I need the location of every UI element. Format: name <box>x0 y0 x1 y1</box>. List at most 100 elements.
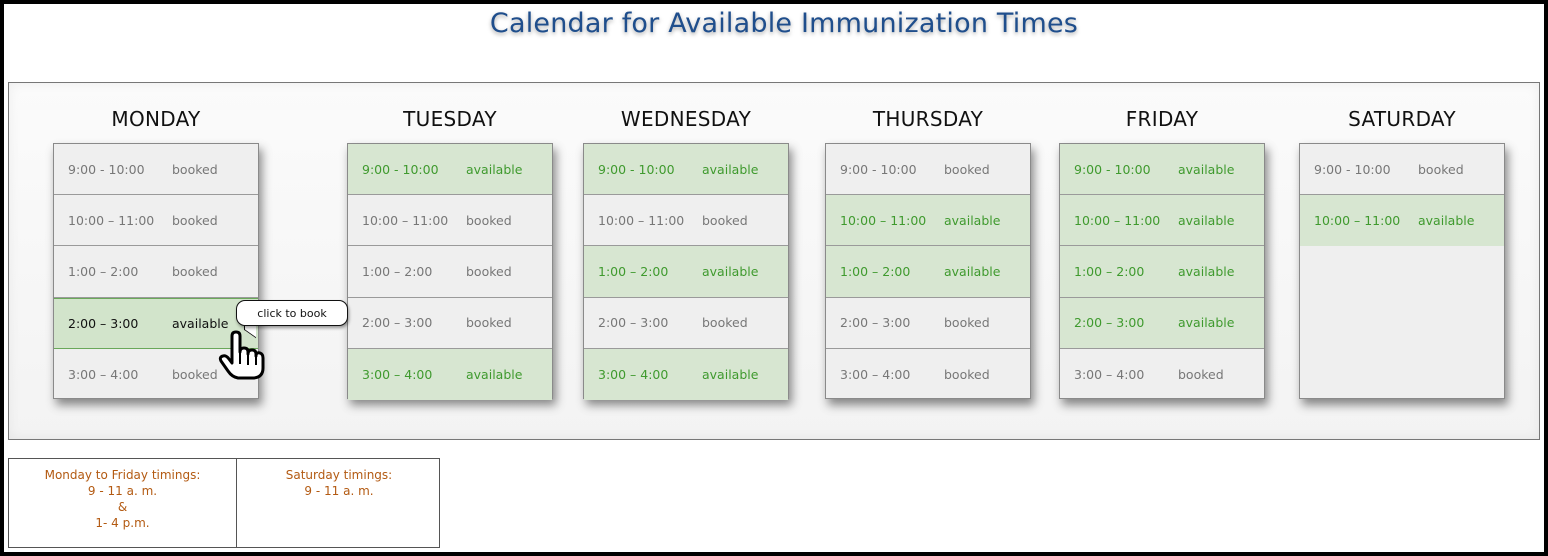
slot-available[interactable]: 10:00 – 11:00 available <box>826 195 1030 247</box>
slot-available[interactable]: 2:00 – 3:00 available <box>1060 297 1264 349</box>
slot-status: available <box>702 263 759 279</box>
slot-status: booked <box>172 161 218 177</box>
slot-booked: 3:00 – 4:00 booked <box>1060 349 1264 400</box>
slot-status: booked <box>172 263 218 279</box>
slot-available[interactable]: 9:00 - 10:00 available <box>348 144 552 196</box>
slot-available[interactable]: 10:00 – 11:00 available <box>1060 195 1264 247</box>
slot-list: 9:00 - 10:00 available 10:00 – 11:00 avail… <box>1059 143 1265 399</box>
slot-booked: 9:00 - 10:00 booked <box>1300 144 1504 196</box>
day-tuesday: TUESDAY 9:00 - 10:00 available 10:00 – 11… <box>347 107 553 400</box>
slot-time: 2:00 – 3:00 <box>68 315 139 331</box>
slot-available[interactable]: 1:00 – 2:00 available <box>584 246 788 298</box>
slot-time: 2:00 – 3:00 <box>362 315 433 331</box>
slot-available[interactable]: 10:00 – 11:00 available <box>1300 195 1504 247</box>
slot-status: booked <box>702 212 748 228</box>
slot-time: 10:00 – 11:00 <box>840 212 927 228</box>
day-name: FRIDAY <box>1125 107 1199 131</box>
slot-status: available <box>466 366 523 382</box>
slot-available[interactable]: 9:00 - 10:00 available <box>584 144 788 196</box>
slot-status: booked <box>944 161 990 177</box>
weekday-timings-line: 1- 4 p.m. <box>95 516 150 530</box>
slot-status: available <box>1178 315 1235 331</box>
day-friday: FRIDAY 9:00 - 10:00 available 10:00 – 11:… <box>1059 107 1265 399</box>
slot-available[interactable]: 9:00 - 10:00 available <box>1060 144 1264 196</box>
slot-time: 3:00 – 4:00 <box>68 366 139 382</box>
slot-time: 3:00 – 4:00 <box>598 366 669 382</box>
slot-booked: 1:00 – 2:00 booked <box>54 246 258 298</box>
slot-status: available <box>1178 263 1235 279</box>
slot-status: available <box>944 263 1001 279</box>
slot-status: available <box>172 315 229 331</box>
slot-time: 10:00 – 11:00 <box>1074 212 1161 228</box>
slot-available[interactable]: 3:00 – 4:00 available <box>584 348 788 400</box>
slot-list: 9:00 - 10:00 available 10:00 – 11:00 booke… <box>583 143 789 400</box>
slot-available[interactable]: 3:00 – 4:00 available <box>348 348 552 400</box>
slot-time: 1:00 – 2:00 <box>68 263 139 279</box>
slot-status: booked <box>944 366 990 382</box>
saturday-timings-title: Saturday timings: <box>285 468 393 482</box>
slot-status: booked <box>466 263 512 279</box>
slot-list: 9:00 - 10:00 booked 10:00 – 11:00 availabl… <box>825 143 1031 399</box>
slot-available[interactable]: 1:00 – 2:00 available <box>1060 246 1264 298</box>
slot-booked: 3:00 – 4:00 booked <box>826 349 1030 400</box>
click-to-book-tooltip: click to book <box>236 300 348 326</box>
day-name: WEDNESDAY <box>620 107 752 131</box>
slot-time: 9:00 - 10:00 <box>1074 161 1151 177</box>
timings-notes: Monday to Friday timings: 9 - 11 a. m. &… <box>8 458 440 548</box>
slot-status: available <box>1418 213 1475 229</box>
slot-booked: 10:00 – 11:00 booked <box>348 195 552 247</box>
slot-time: 10:00 – 11:00 <box>1314 213 1401 229</box>
slot-time: 1:00 – 2:00 <box>840 263 911 279</box>
slot-status: booked <box>944 315 990 331</box>
slot-time: 3:00 – 4:00 <box>840 366 911 382</box>
slot-status: booked <box>1418 161 1464 177</box>
calendar-panel: MONDAY 9:00 - 10:00 booked 10:00 – 11:00 b… <box>8 82 1540 440</box>
slot-status: booked <box>172 366 218 382</box>
slot-booked: 9:00 - 10:00 booked <box>826 144 1030 196</box>
day-name: TUESDAY <box>403 107 497 131</box>
slot-time: 1:00 – 2:00 <box>598 263 669 279</box>
hand-pointer-icon <box>218 330 266 384</box>
slot-booked: 2:00 – 3:00 booked <box>584 298 788 349</box>
slot-status: available <box>702 366 759 382</box>
slot-status: booked <box>1178 366 1224 382</box>
slot-time: 1:00 – 2:00 <box>1074 263 1145 279</box>
slot-status: available <box>1178 212 1235 228</box>
weekday-timings-title: Monday to Friday timings: <box>44 468 201 482</box>
slot-status: booked <box>702 315 748 331</box>
slot-list: 9:00 - 10:00 booked 10:00 – 11:00 availabl… <box>1299 143 1505 399</box>
day-name: MONDAY <box>111 107 201 131</box>
slot-booked: 2:00 – 3:00 booked <box>348 298 552 349</box>
slot-time: 10:00 – 11:00 <box>68 212 155 228</box>
slot-time: 9:00 - 10:00 <box>362 161 439 177</box>
slot-time: 3:00 – 4:00 <box>1074 366 1145 382</box>
weekday-timings-line: & <box>117 500 128 514</box>
day-name: SATURDAY <box>1348 107 1456 131</box>
day-saturday: SATURDAY 9:00 - 10:00 booked 10:00 – 11:0… <box>1299 107 1505 399</box>
day-thursday: THURSDAY 9:00 - 10:00 booked 10:00 – 11:0… <box>825 107 1031 399</box>
page-title: Calendar for Available Immunization Time… <box>489 8 1079 39</box>
app-frame: Calendar for Available Immunization Time… <box>4 4 1544 552</box>
slot-time: 9:00 - 10:00 <box>68 161 145 177</box>
slot-booked: 9:00 - 10:00 booked <box>54 144 258 196</box>
day-name: THURSDAY <box>872 107 984 131</box>
slot-time: 3:00 – 4:00 <box>362 366 433 382</box>
slot-list: 9:00 - 10:00 available 10:00 – 11:00 booke… <box>347 143 553 400</box>
saturday-timings: Saturday timings: 9 - 11 a. m. <box>237 459 441 547</box>
slot-booked: 10:00 – 11:00 booked <box>54 195 258 247</box>
slot-booked: 10:00 – 11:00 booked <box>584 195 788 247</box>
slot-status: booked <box>466 315 512 331</box>
slot-status: available <box>944 212 1001 228</box>
slot-status: available <box>466 161 523 177</box>
slot-status: available <box>1178 161 1235 177</box>
slot-time: 9:00 - 10:00 <box>1314 161 1391 177</box>
slot-available[interactable]: 1:00 – 2:00 available <box>826 246 1030 298</box>
slot-time: 10:00 – 11:00 <box>362 212 449 228</box>
day-wednesday: WEDNESDAY 9:00 - 10:00 available 10:00 – … <box>583 107 789 400</box>
slot-status: booked <box>172 212 218 228</box>
weekday-timings: Monday to Friday timings: 9 - 11 a. m. &… <box>9 459 237 547</box>
slot-booked: 2:00 – 3:00 booked <box>826 298 1030 349</box>
saturday-timings-line: 9 - 11 a. m. <box>304 484 374 498</box>
slot-status: booked <box>466 212 512 228</box>
slot-time: 1:00 – 2:00 <box>362 263 433 279</box>
